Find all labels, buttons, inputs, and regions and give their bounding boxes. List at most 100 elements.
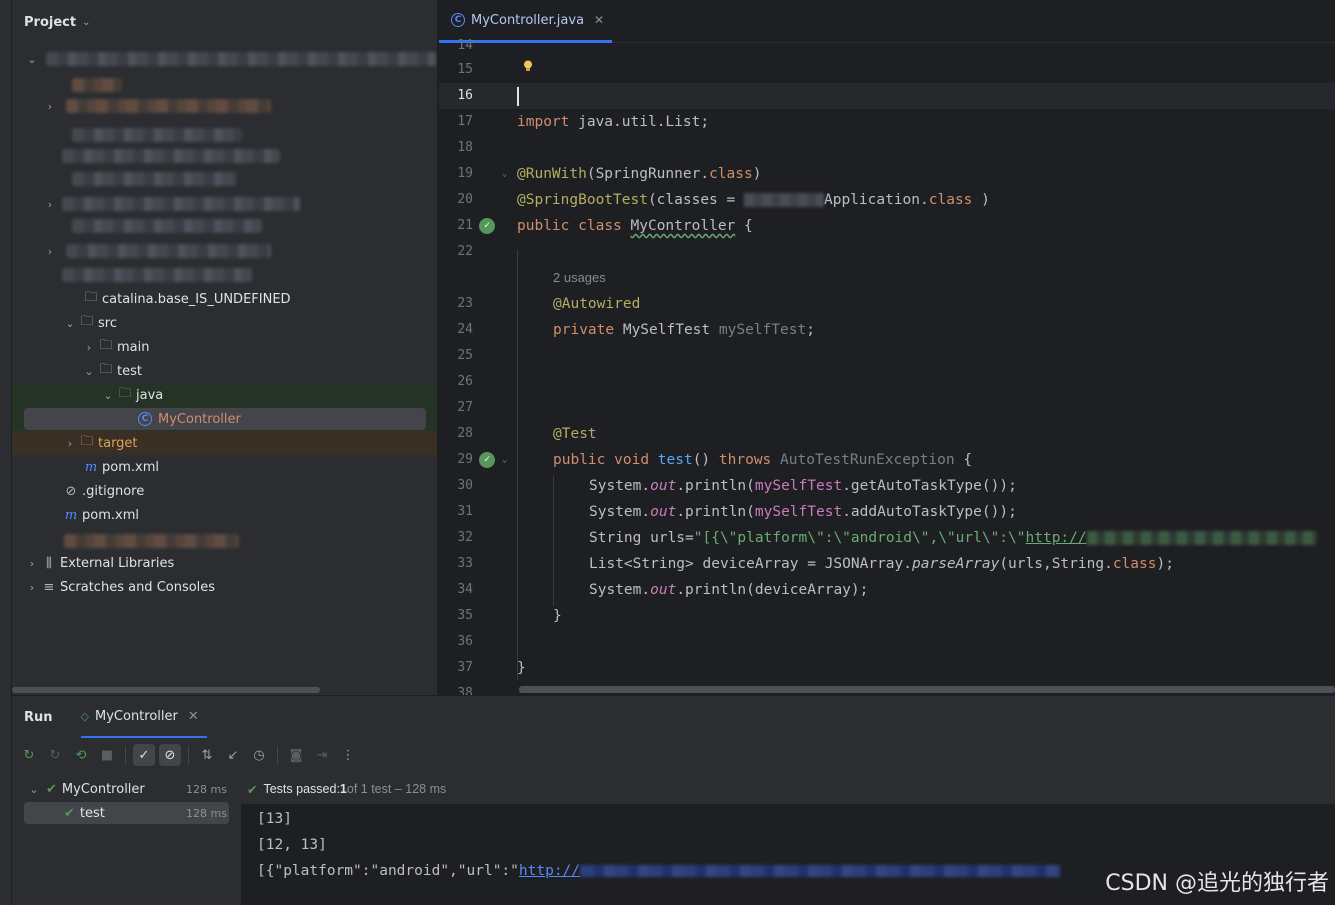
code-line: 14 bbox=[439, 33, 1335, 59]
import-tests-icon[interactable]: ↙ bbox=[222, 744, 244, 766]
tree-row-redacted[interactable]: › bbox=[12, 239, 437, 263]
tree-item-pom-inner[interactable]: m pom.xml bbox=[12, 455, 437, 479]
line-number: 16 bbox=[457, 88, 473, 103]
code-editor[interactable]: C MyController.java ✕ 14 15 16 17 import … bbox=[439, 0, 1335, 695]
tree-row-redacted[interactable]: › bbox=[12, 192, 437, 216]
rerun-failed-icon[interactable]: ↻ bbox=[44, 744, 66, 766]
code-line: 37} bbox=[439, 655, 1335, 681]
show-passed-icon[interactable]: ✓ bbox=[133, 744, 155, 766]
fold-icon[interactable]: ⌄ bbox=[502, 161, 507, 187]
redacted-text bbox=[1086, 531, 1317, 545]
test-row-test[interactable]: ✔ test 128 ms bbox=[12, 801, 241, 825]
method-name: parseArray bbox=[912, 556, 1000, 572]
chevron-down-icon: ⌄ bbox=[82, 16, 91, 28]
test-results-tree: ⌄ ✔ MyController 128 ms ✔ test 128 ms bbox=[12, 774, 241, 905]
line-number: 35 bbox=[457, 608, 473, 623]
code-text: ; bbox=[806, 322, 815, 338]
project-header[interactable]: Project ⌄ bbox=[12, 0, 437, 44]
code-text: List<String> deviceArray = JSONArray. bbox=[589, 556, 913, 572]
line-number: 38 bbox=[457, 686, 473, 695]
close-icon[interactable]: ✕ bbox=[188, 709, 199, 724]
console-line-json: [{"platform":"android","url":"http:// bbox=[257, 863, 1061, 879]
passed-check-icon: ✔ bbox=[46, 781, 57, 797]
tree-item-scratches[interactable]: › ≡ Scratches and Consoles bbox=[12, 575, 437, 599]
fold-icon[interactable]: ⌄ bbox=[502, 447, 507, 473]
usages-hint[interactable]: 2 usages bbox=[553, 270, 606, 285]
code-line: 34 System.out.println(deviceArray); bbox=[439, 577, 1335, 603]
tree-item-catalina[interactable]: 🗀 catalina.base_IS_UNDEFINED bbox=[12, 287, 437, 311]
toggle-auto-test-icon[interactable]: ⟲ bbox=[70, 744, 92, 766]
test-label: MyController bbox=[61, 781, 145, 797]
code-line: 26 bbox=[439, 369, 1335, 395]
tree-item-label: main bbox=[117, 339, 150, 355]
static-field: out bbox=[650, 478, 677, 494]
redacted-text bbox=[743, 193, 824, 207]
keyword: class bbox=[578, 218, 622, 234]
code-line: 27 bbox=[439, 395, 1335, 421]
line-number: 30 bbox=[457, 478, 473, 493]
tree-item-target[interactable]: › 🗀 target bbox=[12, 431, 437, 455]
url-link[interactable]: http:// bbox=[519, 863, 580, 879]
tree-item-test[interactable]: ⌄ 🗀 test bbox=[12, 359, 437, 383]
tree-item-mycontroller[interactable]: C MyController bbox=[12, 407, 437, 431]
tree-item-src[interactable]: ⌄ 🗀 src bbox=[12, 311, 437, 335]
tree-row-redacted[interactable]: ⌄ bbox=[12, 47, 437, 71]
code-text: ) bbox=[972, 192, 990, 208]
horizontal-scrollbar[interactable] bbox=[12, 687, 320, 693]
camera-icon[interactable]: ◙ bbox=[285, 744, 307, 766]
static-field: out bbox=[650, 582, 677, 598]
run-test-icon[interactable]: ✓ bbox=[479, 218, 495, 234]
code-text: (SpringRunner. bbox=[586, 166, 710, 182]
class-name: MyController bbox=[630, 218, 736, 234]
code-line: 35} bbox=[439, 603, 1335, 629]
redacted-text bbox=[62, 149, 280, 163]
redacted-text bbox=[46, 52, 436, 66]
line-number: 18 bbox=[457, 140, 473, 155]
sort-icon[interactable]: ⇅ bbox=[196, 744, 218, 766]
code-line: 28 @Test bbox=[439, 421, 1335, 447]
code-line: 29 ✓ ⌄ public void test() throws AutoTestRu… bbox=[439, 447, 1335, 473]
rerun-icon[interactable]: ↻ bbox=[18, 744, 40, 766]
code-text: ); bbox=[1156, 556, 1174, 572]
line-number: 14 bbox=[457, 38, 473, 53]
close-icon[interactable]: ✕ bbox=[594, 13, 604, 27]
redacted-text bbox=[62, 268, 252, 282]
url-link[interactable]: http:// bbox=[1026, 530, 1087, 546]
code-text: MySelfTest bbox=[614, 322, 719, 338]
lightbulb-icon[interactable] bbox=[523, 60, 533, 72]
code-line: 31 System.out.println(mySelfTest.addAutoT… bbox=[439, 499, 1335, 525]
string-literal: "[{\"platform\":\"android\",\"url\":\" bbox=[693, 530, 1026, 546]
tree-item-pom[interactable]: m pom.xml bbox=[12, 503, 437, 527]
tree-row-redacted[interactable]: › bbox=[12, 94, 437, 118]
stop-icon[interactable]: ■ bbox=[96, 744, 118, 766]
test-duration: 128 ms bbox=[186, 806, 227, 820]
run-test-icon[interactable]: ✓ bbox=[479, 452, 495, 468]
test-row-mycontroller[interactable]: ⌄ ✔ MyController 128 ms bbox=[12, 777, 241, 801]
export-icon[interactable]: ⇥ bbox=[311, 744, 333, 766]
status-suffix: of 1 test – 128 ms bbox=[346, 782, 447, 796]
code-line: 18 bbox=[439, 135, 1335, 161]
chevron-right-icon: › bbox=[29, 580, 35, 594]
toolbar-separator bbox=[277, 746, 278, 764]
toolbar-separator bbox=[125, 746, 126, 764]
code-text: System. bbox=[589, 478, 651, 494]
line-number: 19 bbox=[457, 166, 473, 181]
horizontal-scrollbar[interactable] bbox=[519, 686, 1335, 693]
redacted-text bbox=[72, 219, 262, 233]
tree-item-gitignore[interactable]: ⊘ .gitignore bbox=[12, 479, 437, 503]
tree-item-main[interactable]: › 🗀 main bbox=[12, 335, 437, 359]
run-panel: Run ◇ MyController ✕ ↻ ↻ ⟲ ■ ✓ ⊘ ⇅ ↙ ◷ ◙… bbox=[12, 695, 1335, 905]
keyword: class bbox=[928, 192, 973, 208]
tree-item-java[interactable]: ⌄ 🗀 java bbox=[12, 383, 437, 407]
history-icon[interactable]: ◷ bbox=[248, 744, 270, 766]
more-options-icon[interactable]: ⋮ bbox=[337, 744, 359, 766]
code-line: 20 @SpringBootTest(classes = Application.… bbox=[439, 187, 1335, 213]
code-line: 36 bbox=[439, 629, 1335, 655]
chevron-right-icon: › bbox=[47, 244, 53, 258]
show-ignored-icon[interactable]: ⊘ bbox=[159, 744, 181, 766]
tree-item-external-libraries[interactable]: › ⫼ External Libraries bbox=[12, 551, 437, 575]
code-text: (urls,String. bbox=[999, 556, 1113, 572]
keyword: public bbox=[553, 452, 606, 468]
tab-run-mycontroller[interactable]: ◇ MyController ✕ bbox=[80, 696, 207, 738]
tree-item-label: pom.xml bbox=[102, 459, 159, 475]
